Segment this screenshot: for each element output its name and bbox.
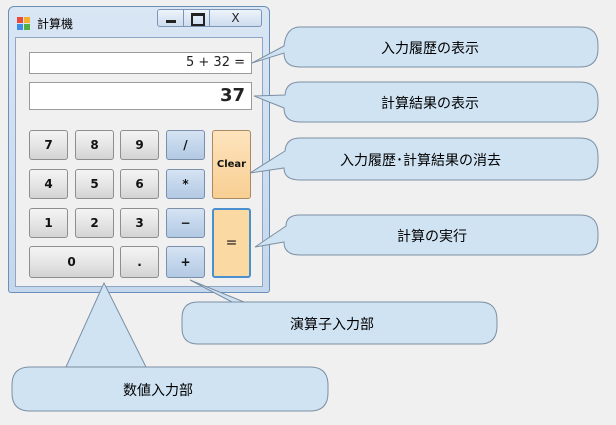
callout-result-label: 計算結果の表示 [381, 96, 479, 112]
callout-clear-label: 入力履歴･計算結果の消去 [340, 153, 501, 169]
callout-shapes [11, 26, 599, 412]
callout-execute-label: 計算の実行 [397, 229, 467, 245]
callout-operator-label: 演算子入力部 [290, 317, 374, 333]
callout-number-label: 数値入力部 [123, 383, 193, 399]
callout-history-label: 入力履歴の表示 [381, 41, 479, 57]
callout-operator-bubble [181, 279, 498, 345]
